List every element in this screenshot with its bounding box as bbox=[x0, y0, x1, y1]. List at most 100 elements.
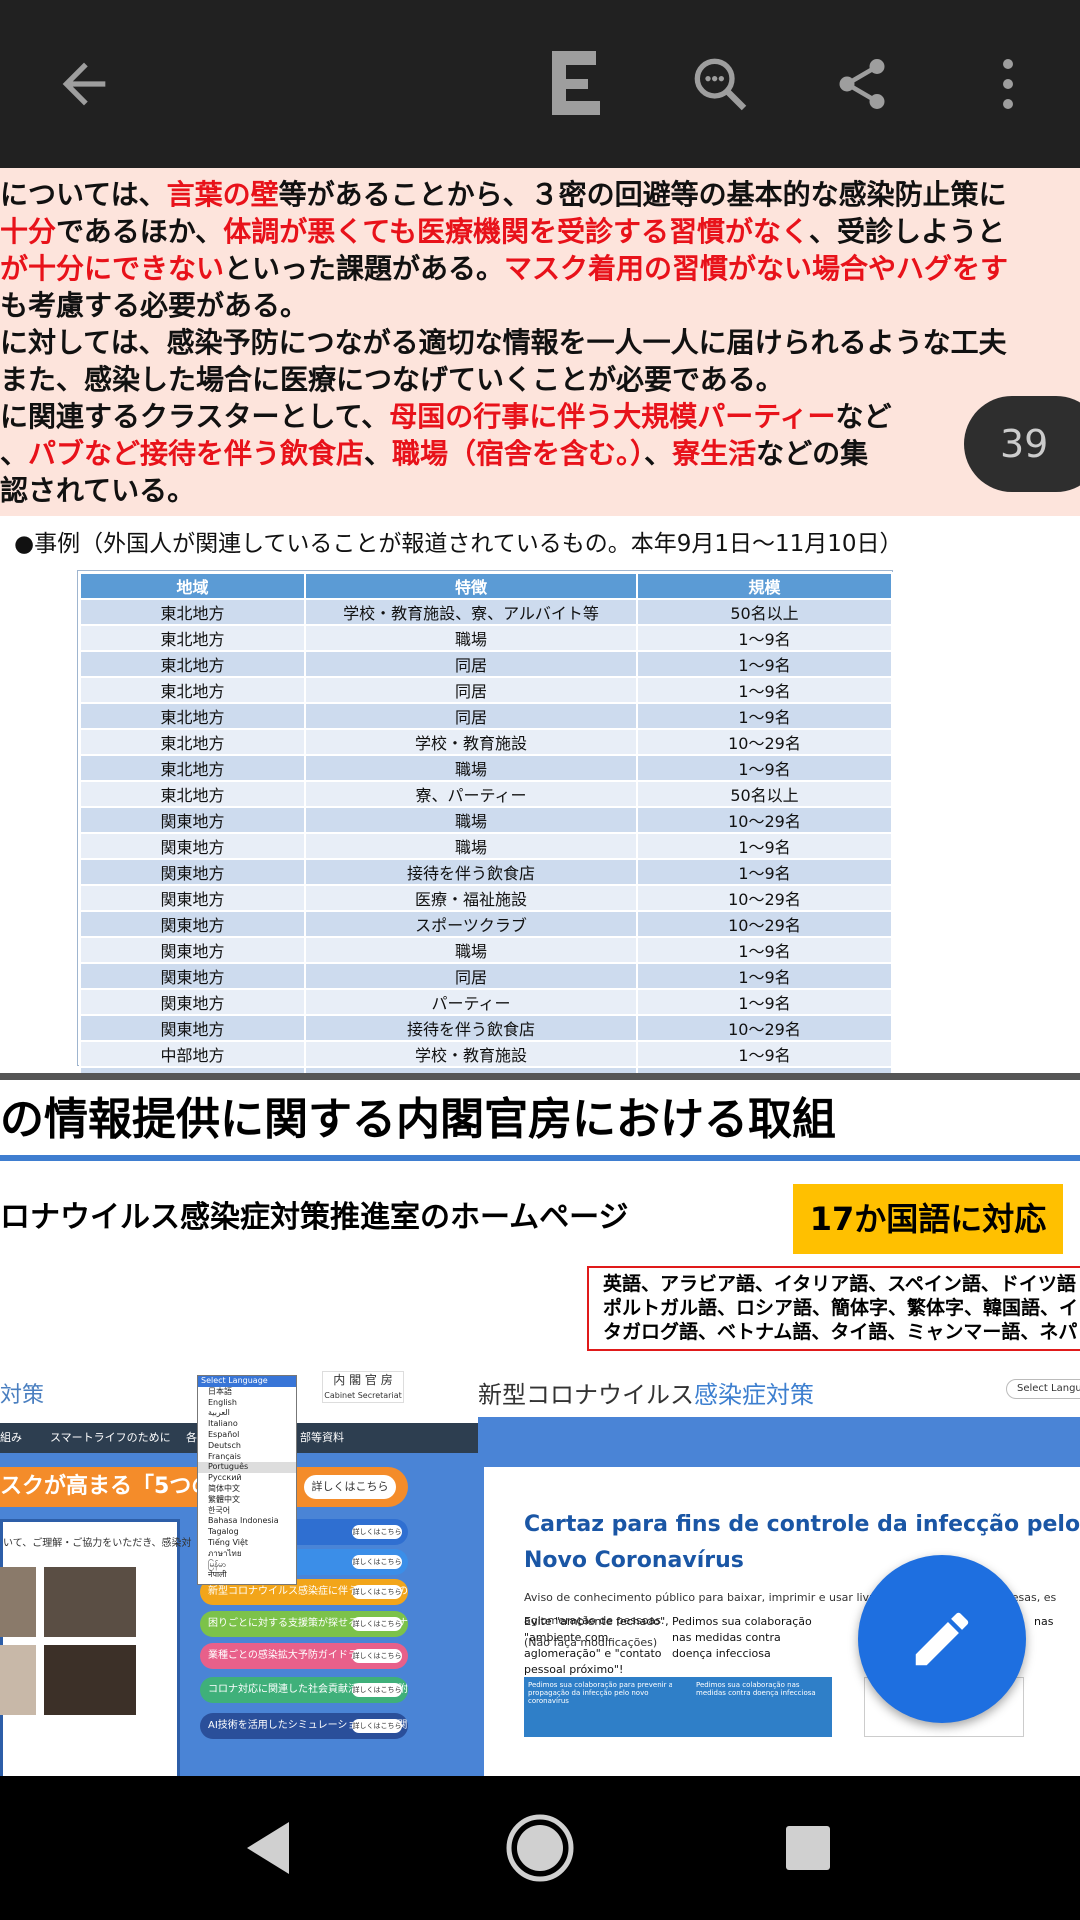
header-feature: 特徴 bbox=[304, 572, 638, 600]
body-text: 、 bbox=[364, 437, 393, 470]
cell-scale: 1〜9名 bbox=[636, 676, 893, 704]
body-text: であるほか、 bbox=[56, 215, 224, 248]
cell-feature: 同居 bbox=[304, 702, 638, 730]
cell-region: 東北地方 bbox=[79, 754, 306, 782]
cell-scale: 1〜9名 bbox=[636, 962, 893, 990]
language-line: ポルトガル語、ロシア語、簡体字、繁体字、韓国語、イ bbox=[603, 1297, 1079, 1319]
table-row: 東北地方 寮、パーティー 50名以上 bbox=[79, 780, 893, 808]
cluster-case-table: 地域 特徴 規模 東北地方 学校・教育施設、寮、アルバイト等 50名以上 東北地方 職場… bbox=[79, 572, 893, 1120]
site-name: 対策 bbox=[0, 1383, 45, 1408]
cabinet-logo-text: 内 閣 官 房 bbox=[333, 1373, 393, 1387]
pill-detail-button: 詳しくはこちら bbox=[352, 1649, 402, 1663]
cell-scale: 1〜9名 bbox=[636, 754, 893, 782]
body-text-line: また、感染した場合に医療につなげていくことが必要である。 bbox=[0, 361, 1080, 398]
language-line: 英語、アラビア語、イタリア語、スペイン語、ドイツ語 bbox=[603, 1273, 1076, 1295]
cell-region: 東北地方 bbox=[79, 598, 306, 626]
arrow-left-icon[interactable] bbox=[44, 44, 124, 124]
column-text: nas bbox=[1034, 1615, 1054, 1628]
nav-item: スマートライフのために bbox=[50, 1431, 171, 1444]
table-row: 関東地方 スポーツクラブ 10〜29名 bbox=[79, 910, 893, 938]
language-option: Português bbox=[198, 1462, 296, 1474]
cell-scale: 1〜9名 bbox=[636, 832, 893, 860]
cell-feature: 接待を伴う飲食店 bbox=[304, 858, 638, 886]
dropdown-selected: Select Language bbox=[198, 1376, 296, 1387]
language-option: Русский bbox=[208, 1473, 242, 1483]
cell-region: 関東地方 bbox=[79, 832, 306, 860]
cell-feature: 同居 bbox=[304, 650, 638, 678]
cell-scale: 1〜9名 bbox=[636, 936, 893, 964]
pill-detail-button: 詳しくはこちら bbox=[352, 1683, 402, 1697]
more-vert-icon[interactable] bbox=[968, 44, 1048, 124]
cell-feature: スポーツクラブ bbox=[304, 910, 638, 938]
body-text-line: に対しては、感染予防につながる適切な情報を一人一人に届けられるような工夫 bbox=[0, 324, 1080, 361]
header-region: 地域 bbox=[79, 572, 306, 600]
table-row: 東北地方 同居 1〜9名 bbox=[79, 650, 893, 678]
page-separator bbox=[0, 1073, 1080, 1080]
table-row: 関東地方 職場 1〜9名 bbox=[79, 936, 893, 964]
text-format-icon[interactable] bbox=[536, 44, 616, 124]
cell-region: 東北地方 bbox=[79, 650, 306, 678]
table-row: 関東地方 職場 10〜29名 bbox=[79, 806, 893, 834]
cell-region: 関東地方 bbox=[79, 988, 306, 1016]
pill-detail-button: 詳しくはこちら bbox=[352, 1585, 402, 1599]
back-triangle-icon[interactable] bbox=[222, 1802, 314, 1894]
emphasized-text: 職場（宿舎を含む。） bbox=[392, 437, 645, 470]
pencil-icon bbox=[915, 1612, 969, 1666]
table-row: 中部地方 学校・教育施設 1〜9名 bbox=[79, 1040, 893, 1068]
pill-detail-button: 詳しくはこちら bbox=[352, 1555, 402, 1569]
cell-scale: 10〜29名 bbox=[636, 1014, 893, 1042]
body-text-line: も考慮する必要がある。 bbox=[0, 287, 1080, 324]
language-option: Bahasa Indonesia bbox=[208, 1516, 279, 1526]
video-thumbnail bbox=[0, 1567, 36, 1637]
home-circle-icon[interactable] bbox=[494, 1802, 586, 1894]
info-pill: 業種ごとの感染拡大予防ガイドライン一覧 詳しくはこちら bbox=[200, 1643, 408, 1669]
cell-feature: 職場 bbox=[304, 754, 638, 782]
body-text: に関連するクラスターとして、 bbox=[0, 400, 390, 433]
info-pill: AI技術を活用したシミュレーション研究【関東テーマ】と「データ」公募について詳し… bbox=[200, 1713, 408, 1739]
cell-feature: パーティー bbox=[304, 988, 638, 1016]
cabinet-logo-en: Cabinet Secretariat bbox=[324, 1391, 402, 1400]
body-text: 、 bbox=[0, 437, 29, 470]
case-caption: ●事例（外国人が関連していることが報道されているもの。本年9月1日〜11月10日… bbox=[14, 531, 903, 557]
pill-detail-button: 詳しくはこちら bbox=[352, 1719, 402, 1733]
cell-scale: 1〜9名 bbox=[636, 624, 893, 652]
cell-scale: 50名以上 bbox=[636, 780, 893, 808]
cell-region: 関東地方 bbox=[79, 962, 306, 990]
language-option: Français bbox=[208, 1451, 241, 1461]
body-text-line: に関連するクラスターとして、母国の行事に伴う大規模パーティーなど bbox=[0, 398, 1080, 435]
cell-region: 東北地方 bbox=[79, 676, 306, 704]
table-row: 東北地方 学校・教育施設、寮、アルバイト等 50名以上 bbox=[79, 598, 893, 626]
cell-region: 関東地方 bbox=[79, 884, 306, 912]
cell-feature: 医療・福祉施設 bbox=[304, 884, 638, 912]
emphasized-text: 言葉の壁 bbox=[166, 178, 279, 211]
emphasized-text: パブなど接待を伴う飲食店 bbox=[28, 437, 365, 470]
recents-square-icon[interactable] bbox=[762, 1802, 854, 1894]
cell-scale: 50名以上 bbox=[636, 598, 893, 626]
table-row: 関東地方 接待を伴う飲食店 1〜9名 bbox=[79, 858, 893, 886]
info-pill: 困りごとに対する支援策が探せる支援情報ナビ 詳しくはこちら bbox=[200, 1611, 408, 1637]
language-list-box: 英語、アラビア語、イタリア語、スペイン語、ドイツ語 ポルトガル語、ロシア語、簡体… bbox=[587, 1266, 1080, 1351]
share-icon[interactable] bbox=[822, 44, 902, 124]
page-subtitle: ロナウイルス感染症対策推進室のホームページ bbox=[0, 1200, 629, 1235]
table-row: 関東地方 パーティー 1〜9名 bbox=[79, 988, 893, 1016]
table-row: 関東地方 職場 1〜9名 bbox=[79, 832, 893, 860]
cell-feature: 学校・教育施設 bbox=[304, 1040, 638, 1068]
table-row: 関東地方 接待を伴う飲食店 10〜29名 bbox=[79, 1014, 893, 1042]
edit-fab[interactable] bbox=[858, 1555, 1026, 1723]
nav-item: 組み bbox=[0, 1431, 22, 1444]
top-app-bar bbox=[0, 0, 1080, 168]
cell-scale: 1〜9名 bbox=[636, 702, 893, 730]
cell-region: 東北地方 bbox=[79, 702, 306, 730]
body-text: また、感染した場合に医療につなげていくことが必要である。 bbox=[0, 363, 784, 396]
search-icon[interactable] bbox=[680, 44, 760, 124]
body-text: 、受診しようと bbox=[808, 215, 1005, 248]
site-name-part: 新型コロナウイルス bbox=[478, 1381, 694, 1409]
system-nav-bar bbox=[0, 1776, 1080, 1920]
table-row: 東北地方 同居 1〜9名 bbox=[79, 702, 893, 730]
language-option: 日本語 bbox=[208, 1386, 232, 1396]
table-row: 東北地方 職場 1〜9名 bbox=[79, 754, 893, 782]
document-viewport[interactable]: については、言葉の壁等があることから、３密の回避等の基本的な感染防止策に 十分であ… bbox=[0, 168, 1080, 1776]
language-option: ภาษาไทย bbox=[208, 1548, 242, 1558]
language-option: العربية bbox=[208, 1408, 230, 1418]
site-name-accent: 感染症対策 bbox=[694, 1381, 814, 1409]
